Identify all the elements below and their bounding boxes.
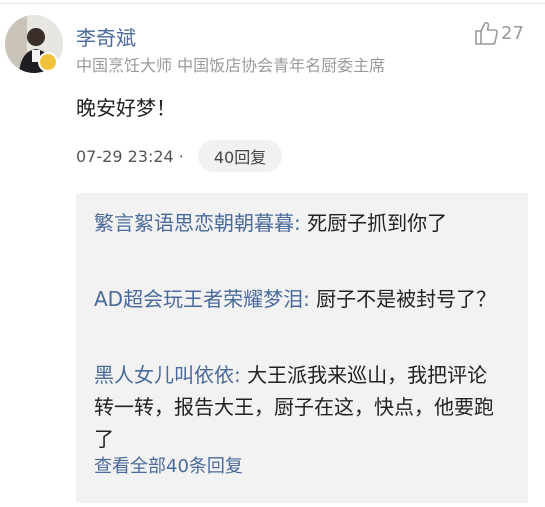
- comment-meta: 07-29 23:24 · 40回复: [76, 140, 283, 172]
- reply-text: 死厨子抓到你了: [300, 211, 448, 235]
- top-divider: [0, 3, 545, 4]
- reply-text: 厨子不是被封号了？: [309, 287, 497, 311]
- reply-author[interactable]: AD超会玩王者荣耀梦泪:: [94, 287, 310, 311]
- thumbs-up-icon: [475, 21, 498, 45]
- replies-box: 繁言絮语思恋朝朝暮暮: 死厨子抓到你了 AD超会玩王者荣耀梦泪: 厨子不是被封号…: [76, 193, 528, 503]
- verified-badge-icon: [38, 52, 58, 72]
- like-count: 27: [501, 22, 524, 44]
- reply-item[interactable]: 繁言絮语思恋朝朝暮暮: 死厨子抓到你了: [94, 207, 506, 239]
- like-button[interactable]: 27: [473, 20, 524, 46]
- reply-author[interactable]: 繁言絮语思恋朝朝暮暮:: [94, 211, 301, 235]
- reply-count-button[interactable]: 40回复: [197, 140, 283, 172]
- comment-author-name[interactable]: 李奇斌: [76, 22, 136, 51]
- comment-author-title: 中国烹饪大师 中国饭店协会青年名厨委主席: [76, 56, 386, 75]
- reply-item[interactable]: 黑人女儿叫依依: 大王派我来巡山，我把评论转一转，报告大王，厨子在这，快点，他要…: [94, 359, 506, 455]
- reply-author[interactable]: 黑人女儿叫依依:: [94, 363, 241, 387]
- comment-timestamp: 07-29 23:24 ·: [76, 146, 184, 166]
- comment-text: 晚安好梦！: [76, 96, 176, 120]
- view-all-replies-link[interactable]: 查看全部40条回复: [94, 451, 243, 483]
- reply-item[interactable]: AD超会玩王者荣耀梦泪: 厨子不是被封号了？: [94, 283, 506, 315]
